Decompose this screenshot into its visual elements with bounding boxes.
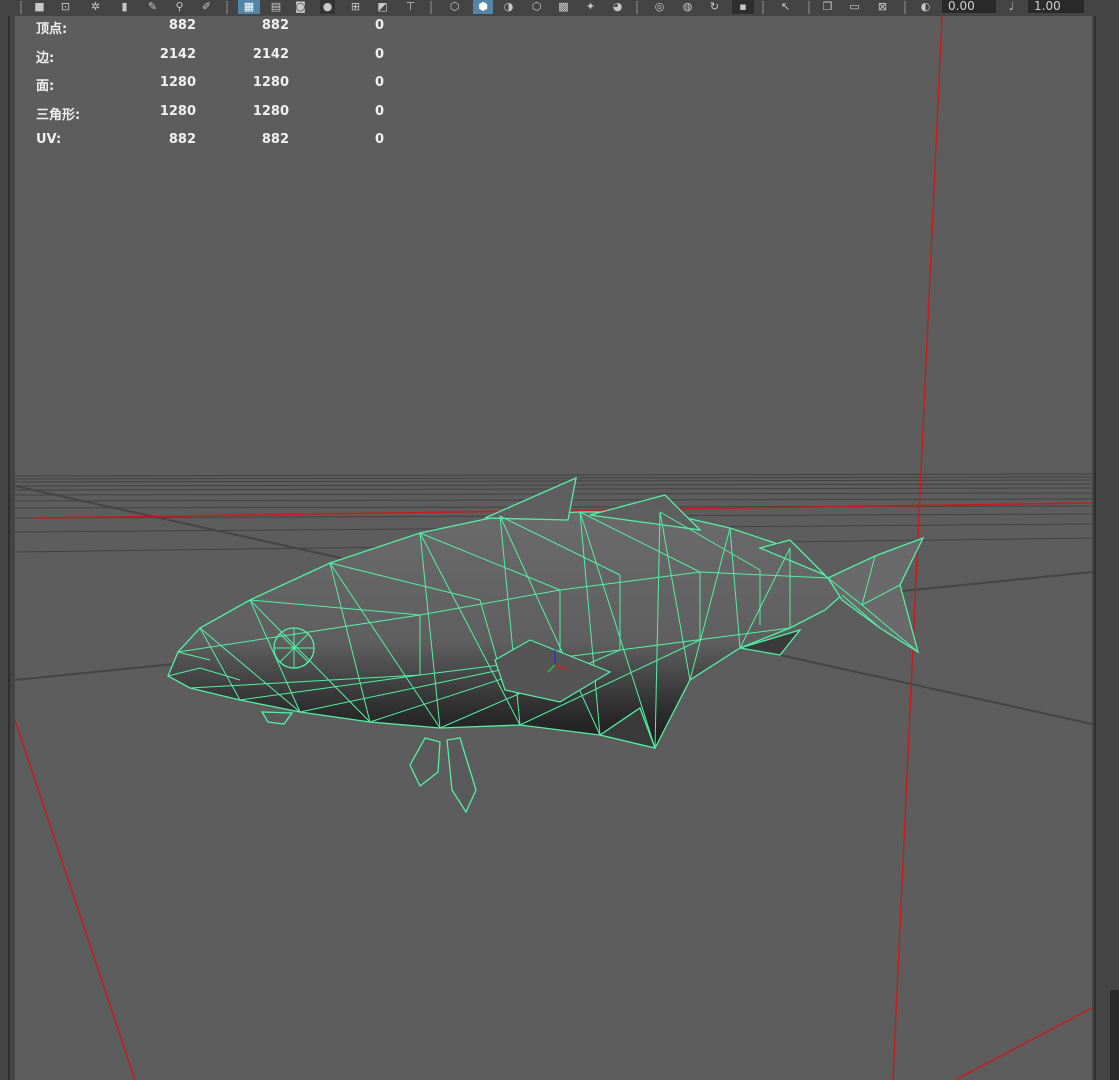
depth-of-field-icon[interactable]: ↻	[707, 0, 722, 14]
hud-value-component: 0	[374, 103, 384, 119]
pencil-icon[interactable]: ✐	[199, 0, 214, 14]
film-gate-icon[interactable]: ▤	[266, 0, 286, 14]
isolate-select-icon[interactable]: ▪	[732, 0, 754, 14]
hud-value-object: 1280	[159, 75, 196, 91]
exposure-icon[interactable]: ◐	[918, 0, 933, 14]
hud-value-component: 0	[374, 18, 384, 33]
hud-label: UV:	[36, 132, 62, 148]
lock-camera-icon[interactable]: ⊡	[58, 0, 73, 14]
hud-label: 顶点:	[36, 22, 68, 37]
hud-value-selected: 882	[261, 132, 289, 148]
hud-value-component: 0	[374, 132, 384, 148]
safe-action-icon[interactable]: ◩	[375, 0, 390, 14]
hud-value-selected: 1280	[252, 103, 289, 119]
motion-blur-icon[interactable]: ◎	[652, 0, 667, 14]
camera-icon[interactable]: ■	[32, 0, 47, 14]
bookmark-icon[interactable]: ✲	[88, 0, 103, 14]
hud-value-component: 0	[374, 46, 384, 62]
fish-model[interactable]	[167, 476, 925, 814]
two-d-pan-zoom-icon[interactable]: ⚲	[172, 0, 187, 14]
default-material-icon[interactable]: ◑	[501, 0, 516, 14]
resolution-gate-icon[interactable]: ◙	[293, 0, 308, 14]
exposure-field[interactable]: 0.00	[942, 0, 996, 13]
perspective-viewport[interactable]: 顶点: 882 882 0 边: 2142 2142 0 面: 1280 128…	[15, 16, 1092, 1080]
hud-value-selected: 882	[261, 18, 289, 33]
fish-eye-mesh	[274, 628, 314, 668]
scrollbar[interactable]	[1110, 990, 1119, 1080]
screen-space-ao-icon[interactable]: ◕	[610, 0, 625, 14]
gamma-field[interactable]: 1.00	[1028, 0, 1084, 13]
smooth-shade-icon[interactable]: ⬢	[473, 0, 493, 14]
xray-components-icon[interactable]: ▭	[847, 0, 862, 14]
hud-value-selected: 2142	[252, 46, 289, 62]
hud-value-selected: 1280	[252, 75, 289, 91]
panel-toolbar: ■ ⊡ ✲ ▮ ✎ ⚲ ✐ ▦ ▤ ◙ ● ⊞ ◩ ⊤ ⬡ ⬢ ◑ ⬡ ▩ ✦ …	[0, 0, 1119, 16]
scene-canvas[interactable]	[15, 16, 1092, 1080]
hud-value-object: 882	[168, 18, 196, 33]
wireframe-icon[interactable]: ⬡	[447, 0, 462, 14]
viewport-frame-left	[0, 0, 15, 1080]
field-chart-icon[interactable]: ⊞	[348, 0, 363, 14]
grease-pencil-icon[interactable]: ✎	[145, 0, 160, 14]
xray-joints-icon[interactable]: ❐	[820, 0, 835, 14]
hud-value-object: 2142	[159, 46, 196, 62]
anti-alias-icon[interactable]: ◍	[680, 0, 695, 14]
hud-label: 面:	[36, 79, 55, 95]
hud-value-component: 0	[374, 75, 384, 91]
gate-mask-icon[interactable]: ●	[320, 0, 335, 14]
hud-value-object: 1280	[159, 103, 196, 119]
use-all-lights-icon[interactable]: ▩	[556, 0, 571, 14]
shadows-icon[interactable]: ✦	[583, 0, 598, 14]
image-plane-icon[interactable]: ▮	[117, 0, 132, 14]
hud-toggle-icon[interactable]: ⊠	[875, 0, 890, 14]
gamma-icon[interactable]: ♩	[1004, 0, 1019, 14]
textured-icon[interactable]: ⬡	[529, 0, 544, 14]
hud-value-object: 882	[168, 132, 196, 148]
xray-icon[interactable]: ↖	[778, 0, 793, 14]
viewport-frame-right	[1092, 0, 1119, 1080]
grid-icon[interactable]: ▦	[238, 0, 260, 14]
safe-title-icon[interactable]: ⊤	[403, 0, 418, 14]
hud-label: 边:	[36, 50, 55, 66]
hud-label: 三角形:	[36, 107, 81, 123]
